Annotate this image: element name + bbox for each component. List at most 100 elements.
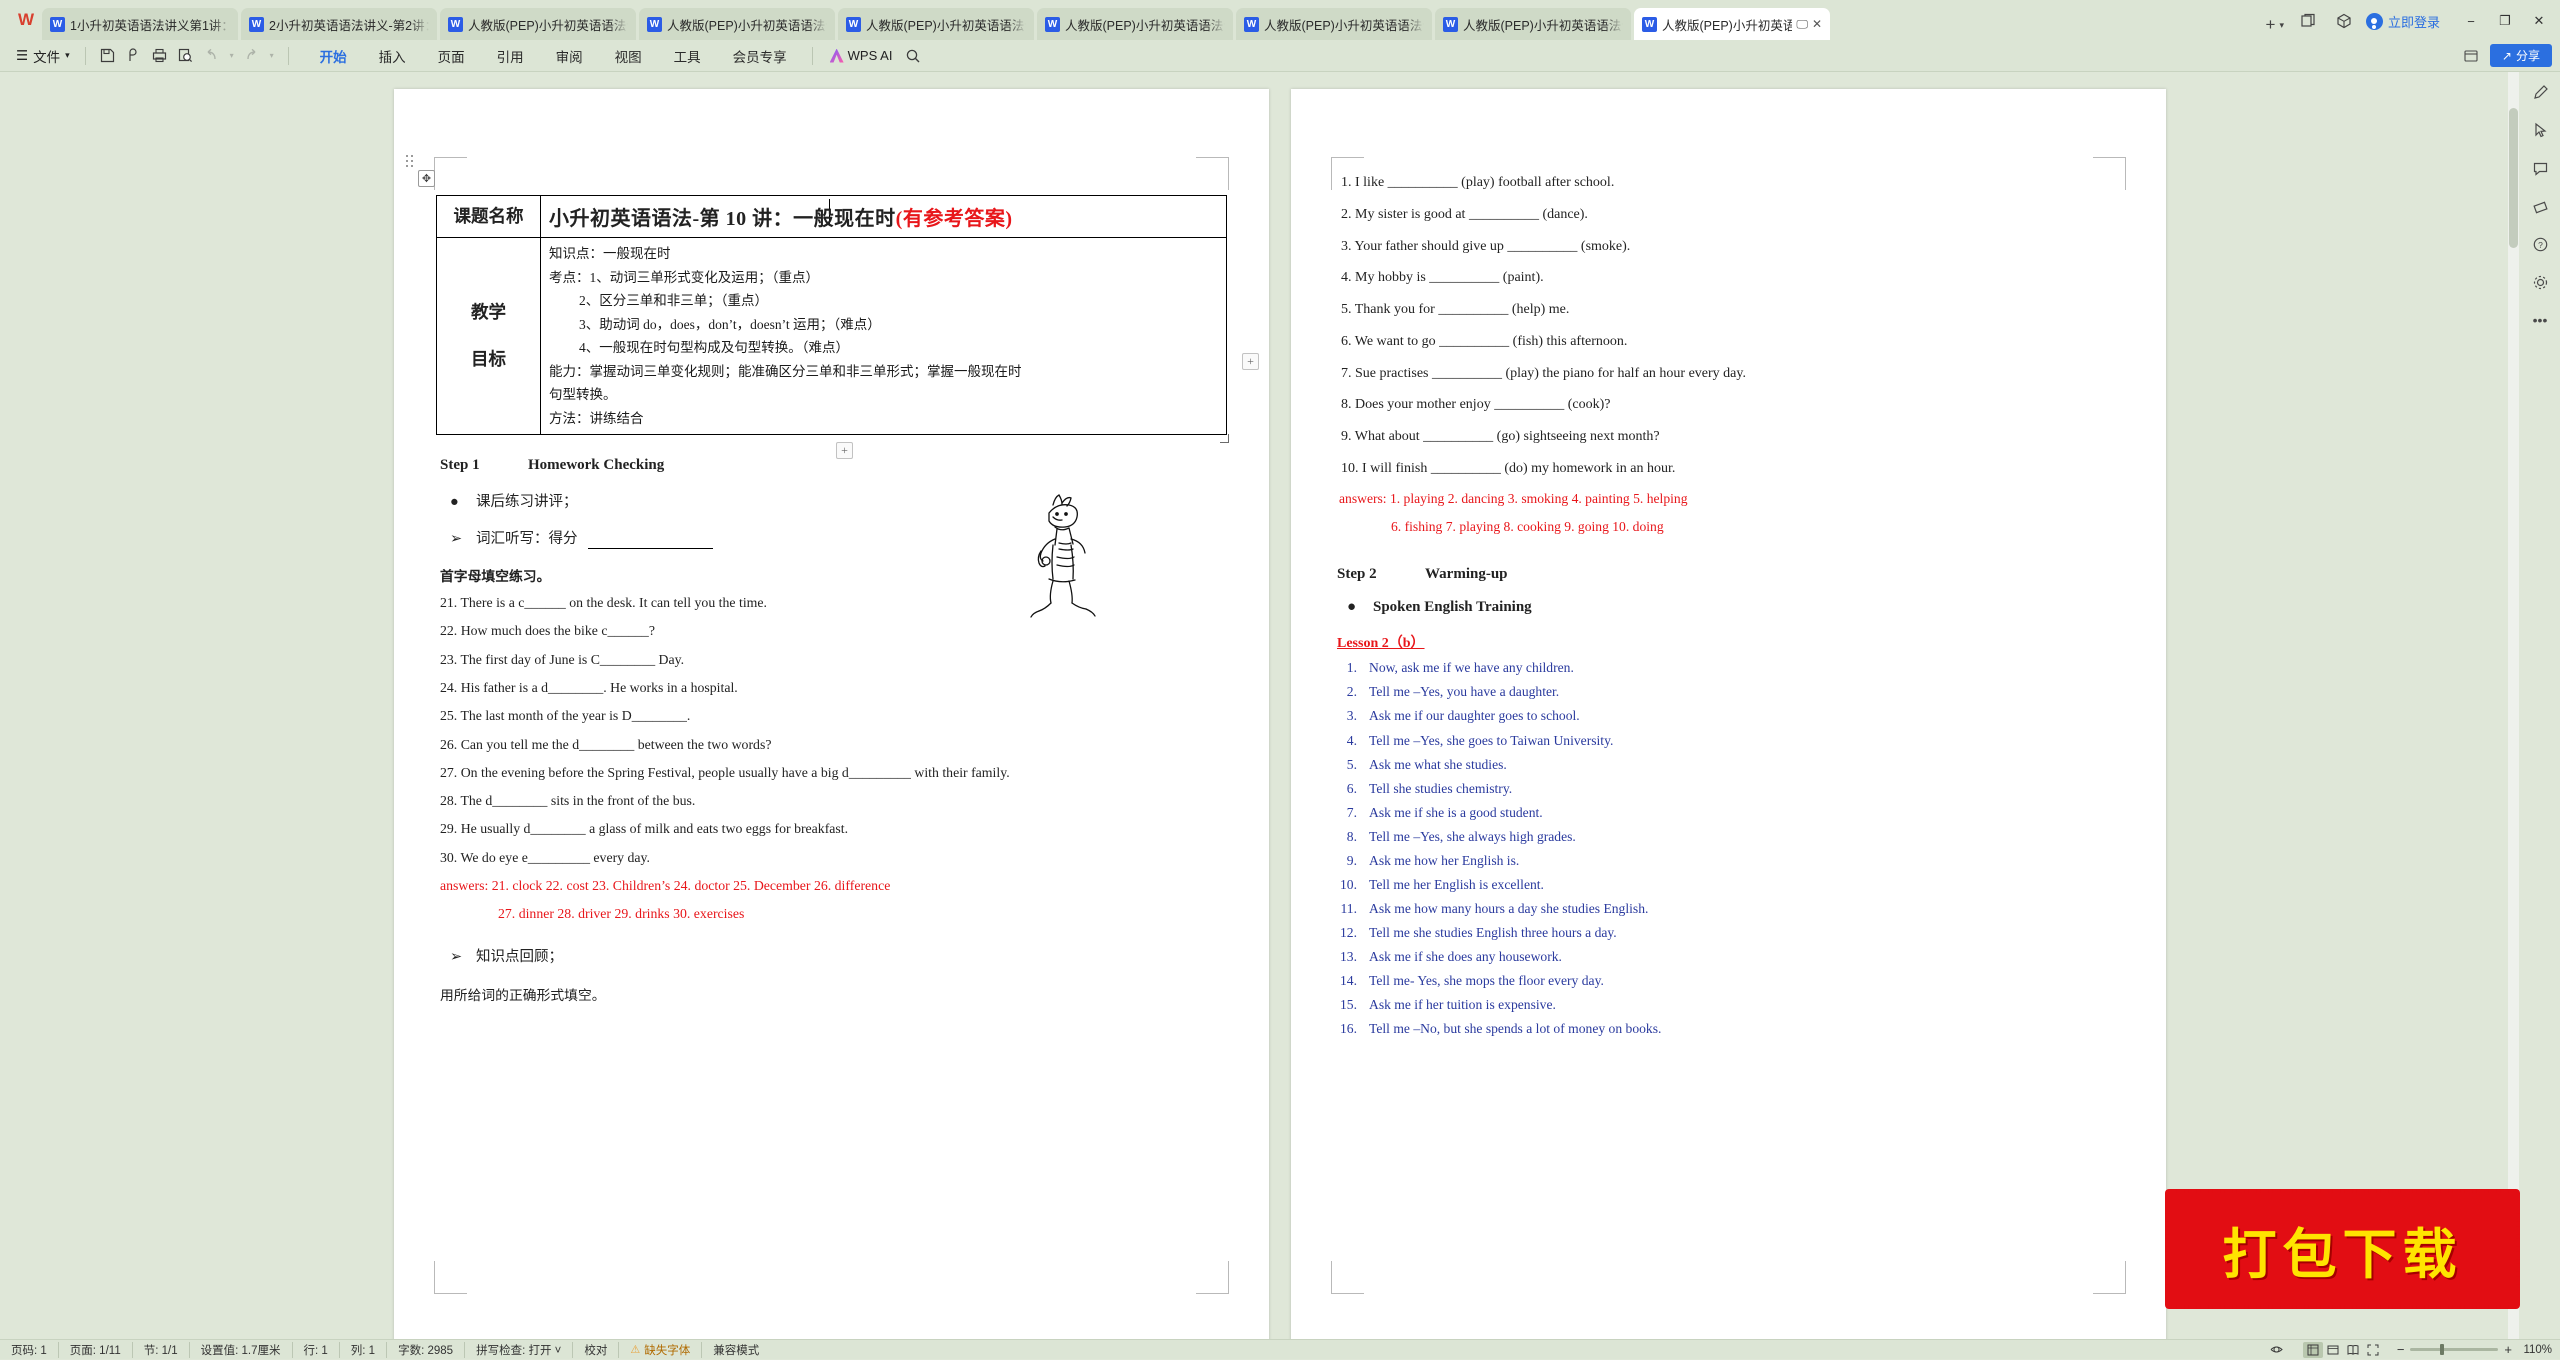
vertical-scrollbar-track[interactable] (2508, 72, 2519, 1339)
document-tab-0[interactable]: W 1小升初英语语法讲义第1讲：名 (42, 8, 238, 40)
status-item-0[interactable]: 页码: 1 (0, 1342, 58, 1358)
bullet-icon: ● (450, 494, 459, 511)
monitor-icon[interactable]: 🖵 (1796, 17, 1808, 32)
login-label: 立即登录 (2387, 14, 2440, 30)
item-text: Ask me if her tuition is expensive. (1369, 997, 1556, 1013)
zoom-slider[interactable]: − + (2397, 1342, 2512, 1357)
vertical-scrollbar-thumb[interactable] (2509, 108, 2518, 248)
ribbon-tab-1[interactable]: 插入 (363, 42, 422, 70)
ribbon-tab-0[interactable]: 开始 (304, 42, 363, 75)
collapse-ribbon-icon[interactable] (2458, 44, 2484, 68)
add-column-button[interactable]: + (1242, 353, 1259, 370)
status-item-1[interactable]: 页面: 1/11 (57, 1341, 132, 1358)
eraser-icon[interactable] (2527, 194, 2553, 218)
page-2[interactable]: 1. I like __________ (play) football aft… (1291, 89, 2166, 1339)
zoom-thumb[interactable] (2440, 1344, 2445, 1355)
item-text: Ask me how her English is. (1369, 852, 1520, 868)
right-question-2: 2. My sister is good at __________ (danc… (1341, 206, 1588, 222)
wps-ai-button[interactable]: WPS AI (822, 48, 901, 63)
document-tab-1[interactable]: W 2小升初英语语法讲义-第2讲：数 (241, 8, 437, 40)
file-menu-button[interactable]: ☰ 文件 ▾ (10, 46, 76, 66)
crop-mark (2093, 1261, 2126, 1294)
goal-line-7: 方法：讲练结合 (549, 410, 644, 426)
copy-tabs-icon[interactable] (2290, 7, 2326, 35)
status-item-3[interactable]: 设置值: 1.7厘米 (188, 1341, 292, 1358)
fullscreen-icon[interactable] (2363, 1342, 2383, 1358)
redo-icon[interactable] (239, 44, 265, 68)
table-resize-handle[interactable] (1220, 434, 1229, 444)
lesson-info-table[interactable]: 课题名称 小升初英语语法-第 10 讲：一般现在时(有参考答案) 教学 目标 知… (436, 194, 1227, 436)
status-item-7[interactable]: 拼写检查: 打开 ˅ (464, 1341, 572, 1358)
ribbon-tab-6[interactable]: 工具 (658, 42, 717, 70)
pen-icon[interactable] (2527, 80, 2553, 104)
item-number: 7. (1346, 804, 1357, 820)
more-dots-icon[interactable]: ••• (2527, 308, 2553, 332)
new-tab-button[interactable]: + ▾ (2266, 15, 2284, 35)
chevron-down-icon[interactable]: ▾ (2279, 20, 2284, 31)
zoom-in-button[interactable]: + (2504, 1342, 2512, 1357)
right-question-5: 5. Thank you for __________ (help) me. (1341, 302, 1570, 318)
save-icon[interactable] (95, 44, 121, 68)
divider (811, 46, 813, 65)
print-preview-icon[interactable] (121, 44, 147, 68)
goal-line-1: 考点：1、动词三单形式变化及运用；（重点） (549, 269, 819, 285)
settings-icon[interactable] (2527, 270, 2553, 294)
status-label: 页面: 1/11 (69, 1344, 121, 1357)
login-button[interactable]: 立即登录 (2365, 12, 2440, 31)
chevron-down-icon[interactable]: ▾ (65, 50, 70, 61)
ribbon-tab-2[interactable]: 页面 (422, 42, 481, 70)
help-icon[interactable]: ? (2527, 232, 2553, 256)
table-grip-dots (406, 155, 416, 167)
restore-button[interactable]: ❐ (2488, 7, 2522, 35)
undo-dropdown-icon[interactable]: ▾ (225, 44, 239, 68)
add-row-button[interactable]: + (836, 442, 853, 460)
status-item-8[interactable]: 校对 (572, 1341, 618, 1358)
document-tab-4[interactable]: W 人教版(PEP)小升初英语语法讲义 (838, 8, 1034, 40)
reading-layout-icon[interactable] (2343, 1342, 2363, 1358)
comment-icon[interactable] (2527, 156, 2553, 180)
table-move-handle[interactable]: ✥ (418, 170, 435, 187)
document-tab-2[interactable]: W 人教版(PEP)小升初英语语法讲义 (440, 8, 636, 40)
print-icon[interactable] (147, 44, 173, 68)
ribbon-tab-4[interactable]: 审阅 (540, 42, 599, 70)
minimize-button[interactable]: − (2454, 7, 2488, 35)
item-number: 2. (1346, 684, 1357, 700)
cube-icon[interactable] (2326, 7, 2362, 35)
document-tab-7[interactable]: W 人教版(PEP)小升初英语语法讲义 (1435, 8, 1631, 40)
document-tab-6[interactable]: W 人教版(PEP)小升初英语语法讲义 (1236, 8, 1432, 40)
status-item-2[interactable]: 节: 1/1 (131, 1341, 189, 1358)
step1-review-instruction: 用所给词的正确形式填空。 (440, 988, 606, 1004)
status-item-10[interactable]: 兼容模式 (701, 1341, 770, 1358)
close-icon[interactable]: ✕ (1812, 17, 1822, 31)
close-button[interactable]: ✕ (2522, 7, 2556, 35)
status-item-9[interactable]: ⚠ 缺失字体 (618, 1341, 701, 1358)
view-mode-buttons[interactable] (2295, 1341, 2391, 1358)
web-layout-icon[interactable] (2323, 1342, 2343, 1358)
tab-label: 人教版(PEP)小升初英语语法讲义 (1463, 18, 1623, 33)
ribbon-tab-3[interactable]: 引用 (481, 42, 540, 70)
print-layout-icon[interactable] (2302, 1341, 2323, 1358)
search-icon[interactable] (900, 44, 926, 68)
cursor-icon[interactable] (2527, 118, 2553, 142)
view-icon-1[interactable] (2267, 1342, 2287, 1358)
status-label: 字数: 2985 (398, 1344, 454, 1357)
undo-icon[interactable] (199, 44, 225, 68)
zoom-track[interactable] (2410, 1344, 2499, 1355)
status-item-5[interactable]: 列: 1 (338, 1341, 386, 1358)
item-text: Tell me her English is excellent. (1369, 876, 1544, 892)
tab-label: 人教版(PEP)小升初英语语法讲义 (1065, 18, 1225, 33)
status-item-6[interactable]: 字数: 2985 (386, 1341, 464, 1358)
page-1[interactable]: ✥ 课题名称 小升初英语语法-第 10 讲：一般现在时(有参考答案) 教学 目标… (394, 89, 1269, 1339)
more-icon[interactable]: ▾ (265, 44, 279, 68)
document-tab-3[interactable]: W 人教版(PEP)小升初英语语法讲义 (639, 8, 835, 40)
document-tab-5[interactable]: W 人教版(PEP)小升初英语语法讲义 (1037, 8, 1233, 40)
find-icon[interactable] (173, 44, 199, 68)
document-tab-8[interactable]: W 人教版(PEP)小升初英语讲🖵 ✕ (1634, 8, 1830, 40)
zoom-value[interactable]: 110% (2518, 1344, 2552, 1356)
ribbon-tab-5[interactable]: 视图 (599, 42, 658, 70)
status-item-4[interactable]: 行: 1 (291, 1341, 339, 1358)
page-view-icon[interactable] (2259, 1342, 2295, 1358)
share-button[interactable]: ↗ 分享 (2489, 44, 2552, 67)
zoom-out-button[interactable]: − (2397, 1342, 2405, 1357)
ribbon-tab-7[interactable]: 会员专享 (717, 42, 803, 70)
